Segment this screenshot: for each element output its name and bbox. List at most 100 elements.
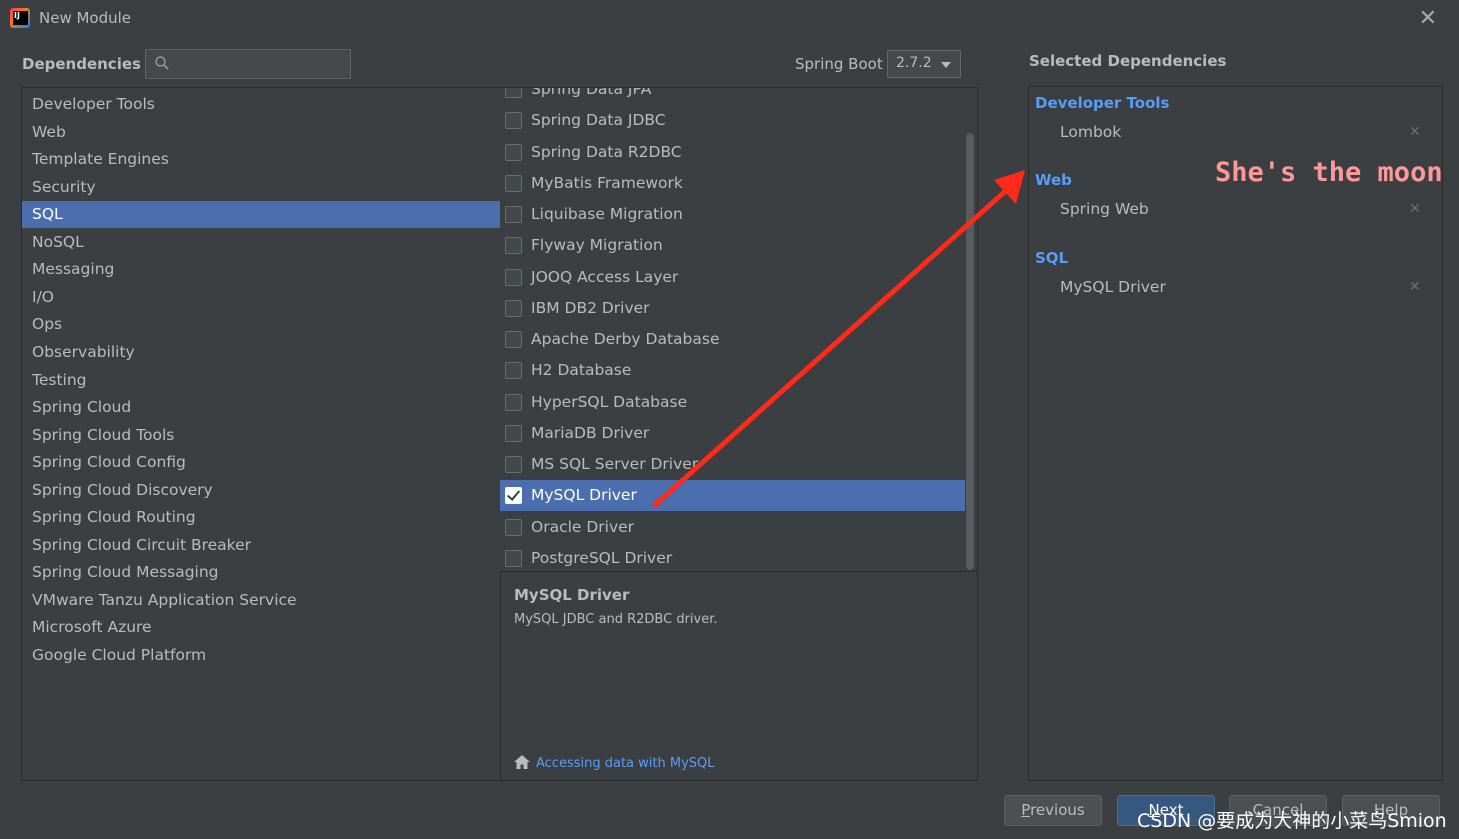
- dependency-item[interactable]: H2 Database: [500, 355, 965, 386]
- dependency-label: MySQL Driver: [531, 486, 637, 505]
- remove-dependency-icon[interactable]: ✕: [1409, 124, 1421, 140]
- dependency-item[interactable]: Liquibase Migration: [500, 199, 965, 230]
- category-item[interactable]: I/O: [22, 284, 500, 311]
- dependency-item[interactable]: Oracle Driver: [500, 512, 965, 543]
- dependency-checkbox[interactable]: [505, 88, 522, 98]
- dependency-label: Spring Data JPA: [531, 87, 652, 98]
- dependency-label: Apache Derby Database: [531, 330, 720, 348]
- selected-dependency-item: Spring Web: [1060, 200, 1149, 218]
- guide-link[interactable]: Accessing data with MySQL: [514, 755, 715, 771]
- dependency-label: Liquibase Migration: [531, 205, 683, 223]
- dependency-label: Spring Data R2DBC: [531, 142, 682, 161]
- dependency-checkbox[interactable]: [505, 143, 522, 161]
- dependency-checkbox[interactable]: [505, 362, 522, 380]
- dependency-checkbox[interactable]: [505, 424, 522, 442]
- chevron-down-icon: [941, 62, 951, 68]
- category-item[interactable]: Spring Cloud: [22, 394, 500, 421]
- description-text: MySQL JDBC and R2DBC driver.: [514, 612, 718, 627]
- category-list: Developer Tools Web Template Engines Securi…: [21, 87, 501, 781]
- dependency-checkbox[interactable]: [505, 331, 522, 348]
- category-item[interactable]: Spring Cloud Routing: [22, 504, 500, 531]
- annotation-text: She's the moon -: [1215, 157, 1459, 188]
- dependency-label: MariaDB Driver: [531, 423, 650, 442]
- dependency-checkbox[interactable]: [505, 456, 522, 473]
- dependency-checkbox[interactable]: [505, 487, 522, 505]
- category-item[interactable]: Testing: [22, 367, 500, 394]
- category-item[interactable]: Microsoft Azure: [22, 614, 500, 641]
- title-bar: New Module ✕: [0, 0, 1459, 36]
- description-title: MySQL Driver: [514, 586, 630, 604]
- dependency-item[interactable]: Spring Data JPA: [500, 87, 965, 105]
- dependency-label: Spring Data JDBC: [531, 111, 666, 130]
- dependency-label: JOOQ Access Layer: [531, 267, 679, 286]
- category-item[interactable]: Spring Cloud Tools: [22, 422, 500, 449]
- category-item[interactable]: Spring Cloud Discovery: [22, 477, 500, 504]
- category-item[interactable]: Security: [22, 174, 500, 201]
- spring-boot-label: Spring Boot: [795, 55, 883, 73]
- category-item[interactable]: Spring Cloud Circuit Breaker: [22, 532, 500, 559]
- category-item[interactable]: Developer Tools: [22, 91, 500, 118]
- close-icon[interactable]: ✕: [1419, 6, 1437, 31]
- dependency-label: Flyway Migration: [531, 236, 663, 255]
- remove-dependency-icon[interactable]: ✕: [1409, 279, 1421, 295]
- selected-dependency-item: Lombok: [1060, 123, 1122, 141]
- dependency-checkbox[interactable]: [505, 549, 522, 567]
- dependency-item[interactable]: IBM DB2 Driver: [500, 293, 965, 324]
- spring-boot-version-value: 2.7.2: [896, 55, 932, 71]
- category-item[interactable]: NoSQL: [22, 229, 500, 256]
- dependency-label: PostgreSQL Driver: [531, 548, 673, 567]
- dependency-item[interactable]: MS SQL Server Driver: [500, 449, 965, 480]
- dependency-description: MySQL Driver MySQL JDBC and R2DBC driver…: [500, 571, 978, 781]
- dependencies-label: Dependencies: [22, 55, 141, 73]
- remove-dependency-icon[interactable]: ✕: [1409, 201, 1421, 217]
- dependency-checkbox[interactable]: [505, 299, 522, 317]
- category-item[interactable]: Google Cloud Platform: [22, 642, 500, 669]
- previous-label: revious: [1030, 801, 1085, 819]
- intellij-logo-icon: [10, 8, 30, 28]
- search-field[interactable]: [145, 49, 351, 79]
- dependency-checkbox[interactable]: [505, 206, 522, 223]
- previous-button[interactable]: Previous: [1004, 795, 1102, 826]
- selected-group-header: Developer Tools: [1035, 94, 1170, 112]
- dependency-label: H2 Database: [531, 361, 632, 380]
- category-item[interactable]: Observability: [22, 339, 500, 366]
- spring-boot-version-select[interactable]: 2.7.2: [887, 50, 961, 78]
- category-item[interactable]: Spring Cloud Config: [22, 449, 500, 476]
- dependency-item[interactable]: Apache Derby Database: [500, 324, 965, 355]
- watermark: CSDN @要成为大神的小菜鸟Smion: [1137, 810, 1447, 832]
- selected-dependency-item: MySQL Driver: [1060, 278, 1166, 296]
- dependency-label: HyperSQL Database: [531, 392, 688, 411]
- previous-mnemonic: P: [1021, 801, 1031, 819]
- selected-dependencies-label: Selected Dependencies: [1029, 52, 1227, 70]
- category-item[interactable]: VMware Tanzu Application Service: [22, 587, 500, 614]
- dependency-item[interactable]: JOOQ Access Layer: [500, 262, 965, 293]
- dependency-label: IBM DB2 Driver: [531, 298, 650, 317]
- dependency-item[interactable]: HyperSQL Database: [500, 387, 965, 418]
- home-icon: [514, 755, 530, 769]
- guide-link-label[interactable]: Accessing data with MySQL: [536, 756, 715, 771]
- dependency-checkbox[interactable]: [505, 518, 522, 536]
- dependency-item[interactable]: Flyway Migration: [500, 230, 965, 261]
- dependency-item[interactable]: MyBatis Framework: [500, 168, 965, 199]
- dependency-checkbox[interactable]: [505, 174, 522, 192]
- category-item[interactable]: Messaging: [22, 256, 500, 283]
- category-item[interactable]: Spring Cloud Messaging: [22, 559, 500, 586]
- selected-dependencies-panel: Developer Tools Lombok ✕ Web Spring Web ✕ SQL M…: [1028, 86, 1443, 781]
- dependency-checkbox[interactable]: [505, 393, 522, 411]
- dependency-item[interactable]: Spring Data R2DBC: [500, 137, 965, 168]
- search-icon: [155, 56, 169, 70]
- dependency-item[interactable]: MySQL Driver: [500, 480, 965, 512]
- dependency-checkbox[interactable]: [505, 237, 522, 255]
- category-item[interactable]: SQL: [22, 201, 500, 229]
- search-input[interactable]: [176, 53, 346, 75]
- dependency-scrollbar-thumb[interactable]: [966, 133, 974, 570]
- dependency-item[interactable]: Spring Data JDBC: [500, 105, 965, 136]
- dependency-label: MyBatis Framework: [531, 173, 683, 192]
- dependency-item[interactable]: PostgreSQL Driver: [500, 543, 965, 571]
- dependency-checkbox[interactable]: [505, 268, 522, 286]
- dependency-item[interactable]: MariaDB Driver: [500, 418, 965, 449]
- category-item[interactable]: Ops: [22, 311, 500, 338]
- category-item[interactable]: Template Engines: [22, 146, 500, 173]
- category-item[interactable]: Web: [22, 119, 500, 146]
- dependency-checkbox[interactable]: [505, 112, 522, 130]
